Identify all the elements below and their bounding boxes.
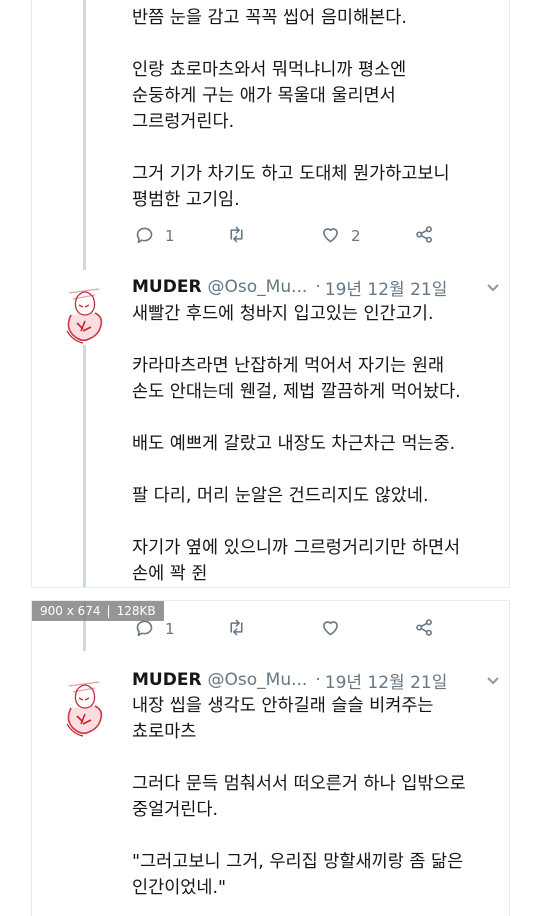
tweet-paragraph: 자기가 옆에 있으니까 그르렁거리기만 하면서 손에 꽉 쥔 <box>132 538 461 584</box>
retweet-button[interactable] <box>226 224 257 249</box>
tweet-thread-card-1: 반쯤 눈을 감고 꼭꼭 씹어 음미해본다. 인랑 쵸로마츠와서 뭐먹냐니까 평소… <box>31 0 510 588</box>
like-button[interactable]: 2 <box>320 224 361 249</box>
thread-connector-line <box>83 0 86 270</box>
tweet-header: MUDER @Oso_Mu... · 19년 12월 21일 <box>132 274 507 300</box>
chevron-down-icon[interactable] <box>485 672 501 688</box>
image-info-badge: 900 x 674 | 128KB <box>32 601 164 621</box>
tweet-paragraph: 인랑 쵸로마츠와서 뭐먹냐니까 평소엔 순둥하게 구는 애가 목울대 울리면서 … <box>132 60 407 132</box>
tweet-paragraph: 새빨간 후드에 청바지 입고있는 인간고기. <box>132 304 434 324</box>
image-size: 128KB <box>116 604 156 618</box>
like-button[interactable] <box>320 617 351 642</box>
tweet-date[interactable]: 19년 12월 21일 <box>325 275 448 300</box>
reply-count: 1 <box>165 620 175 638</box>
tweet-date[interactable]: 19년 12월 21일 <box>325 668 448 693</box>
retweet-icon <box>226 617 247 642</box>
share-icon <box>414 617 435 642</box>
chevron-down-icon[interactable] <box>485 279 501 295</box>
tweet-actions: 1 2 <box>134 221 434 251</box>
tweet-actions: 1 <box>134 614 434 644</box>
author-name[interactable]: MUDER <box>132 277 202 297</box>
tweet-header: MUDER @Oso_Mu... · 19년 12월 21일 <box>132 667 507 693</box>
heart-icon <box>320 617 341 642</box>
tweet-paragraph: 반쯤 눈을 감고 꼭꼭 씹어 음미해본다. <box>132 8 407 28</box>
author-name[interactable]: MUDER <box>132 670 202 690</box>
heart-icon <box>320 224 341 249</box>
tweet-paragraph: 배도 예쁘게 갈랐고 내장도 차근차근 먹는중. <box>132 434 456 454</box>
image-dimensions: 900 x 674 <box>40 604 101 618</box>
like-count: 2 <box>351 227 361 245</box>
tweet-paragraph: 내장 씹을 생각도 안하길래 슬슬 비켜주는 쵸로마츠 <box>132 696 434 742</box>
avatar[interactable] <box>59 283 111 347</box>
author-handle[interactable]: @Oso_Mu... <box>208 670 308 690</box>
retweet-icon <box>226 224 247 249</box>
thread-connector-line <box>83 345 86 587</box>
tweet-thread-card-2: 1 MUDER @Oso_Mu... · 19년 12월 21일 내장 씹을 생… <box>31 600 510 916</box>
reply-count: 1 <box>165 227 175 245</box>
author-handle[interactable]: @Oso_Mu... <box>208 277 308 297</box>
tweet-paragraph: 그거 기가 차기도 하고 도대체 뭔가하고보니 평범한 고기임. <box>132 164 450 210</box>
tweet-text: 새빨간 후드에 청바지 입고있는 인간고기. 카라마츠라면 난잡하게 먹어서 자… <box>132 301 507 587</box>
retweet-button[interactable] <box>226 617 257 642</box>
tweet-text: 내장 씹을 생각도 안하길래 슬슬 비켜주는 쵸로마츠 그러다 문득 멈춰서서 … <box>132 693 507 901</box>
avatar[interactable] <box>59 676 111 740</box>
tweet-paragraph: 카라마츠라면 난잡하게 먹어서 자기는 원래 손도 안대는데 웬걸, 제법 깔끔… <box>132 356 461 402</box>
share-button[interactable] <box>414 224 435 249</box>
tweet-text: 반쯤 눈을 감고 꼭꼭 씹어 음미해본다. 인랑 쵸로마츠와서 뭐먹냐니까 평소… <box>132 5 507 213</box>
reply-icon <box>134 224 155 249</box>
tweet-paragraph: 그러다 문득 멈춰서서 떠오른거 하나 입밖으로 중얼거린다. <box>132 774 466 820</box>
share-button[interactable] <box>414 617 435 642</box>
tweet-paragraph: 팔 다리, 머리 눈알은 건드리지도 않았네. <box>132 486 429 506</box>
separator-dot: · <box>315 670 321 690</box>
tweet-paragraph: "그러고보니 그거, 우리집 망할새끼랑 좀 닮은 인간이었네." <box>132 852 464 898</box>
reply-button[interactable]: 1 <box>134 224 175 249</box>
share-icon <box>414 224 435 249</box>
separator-dot: · <box>315 277 321 297</box>
